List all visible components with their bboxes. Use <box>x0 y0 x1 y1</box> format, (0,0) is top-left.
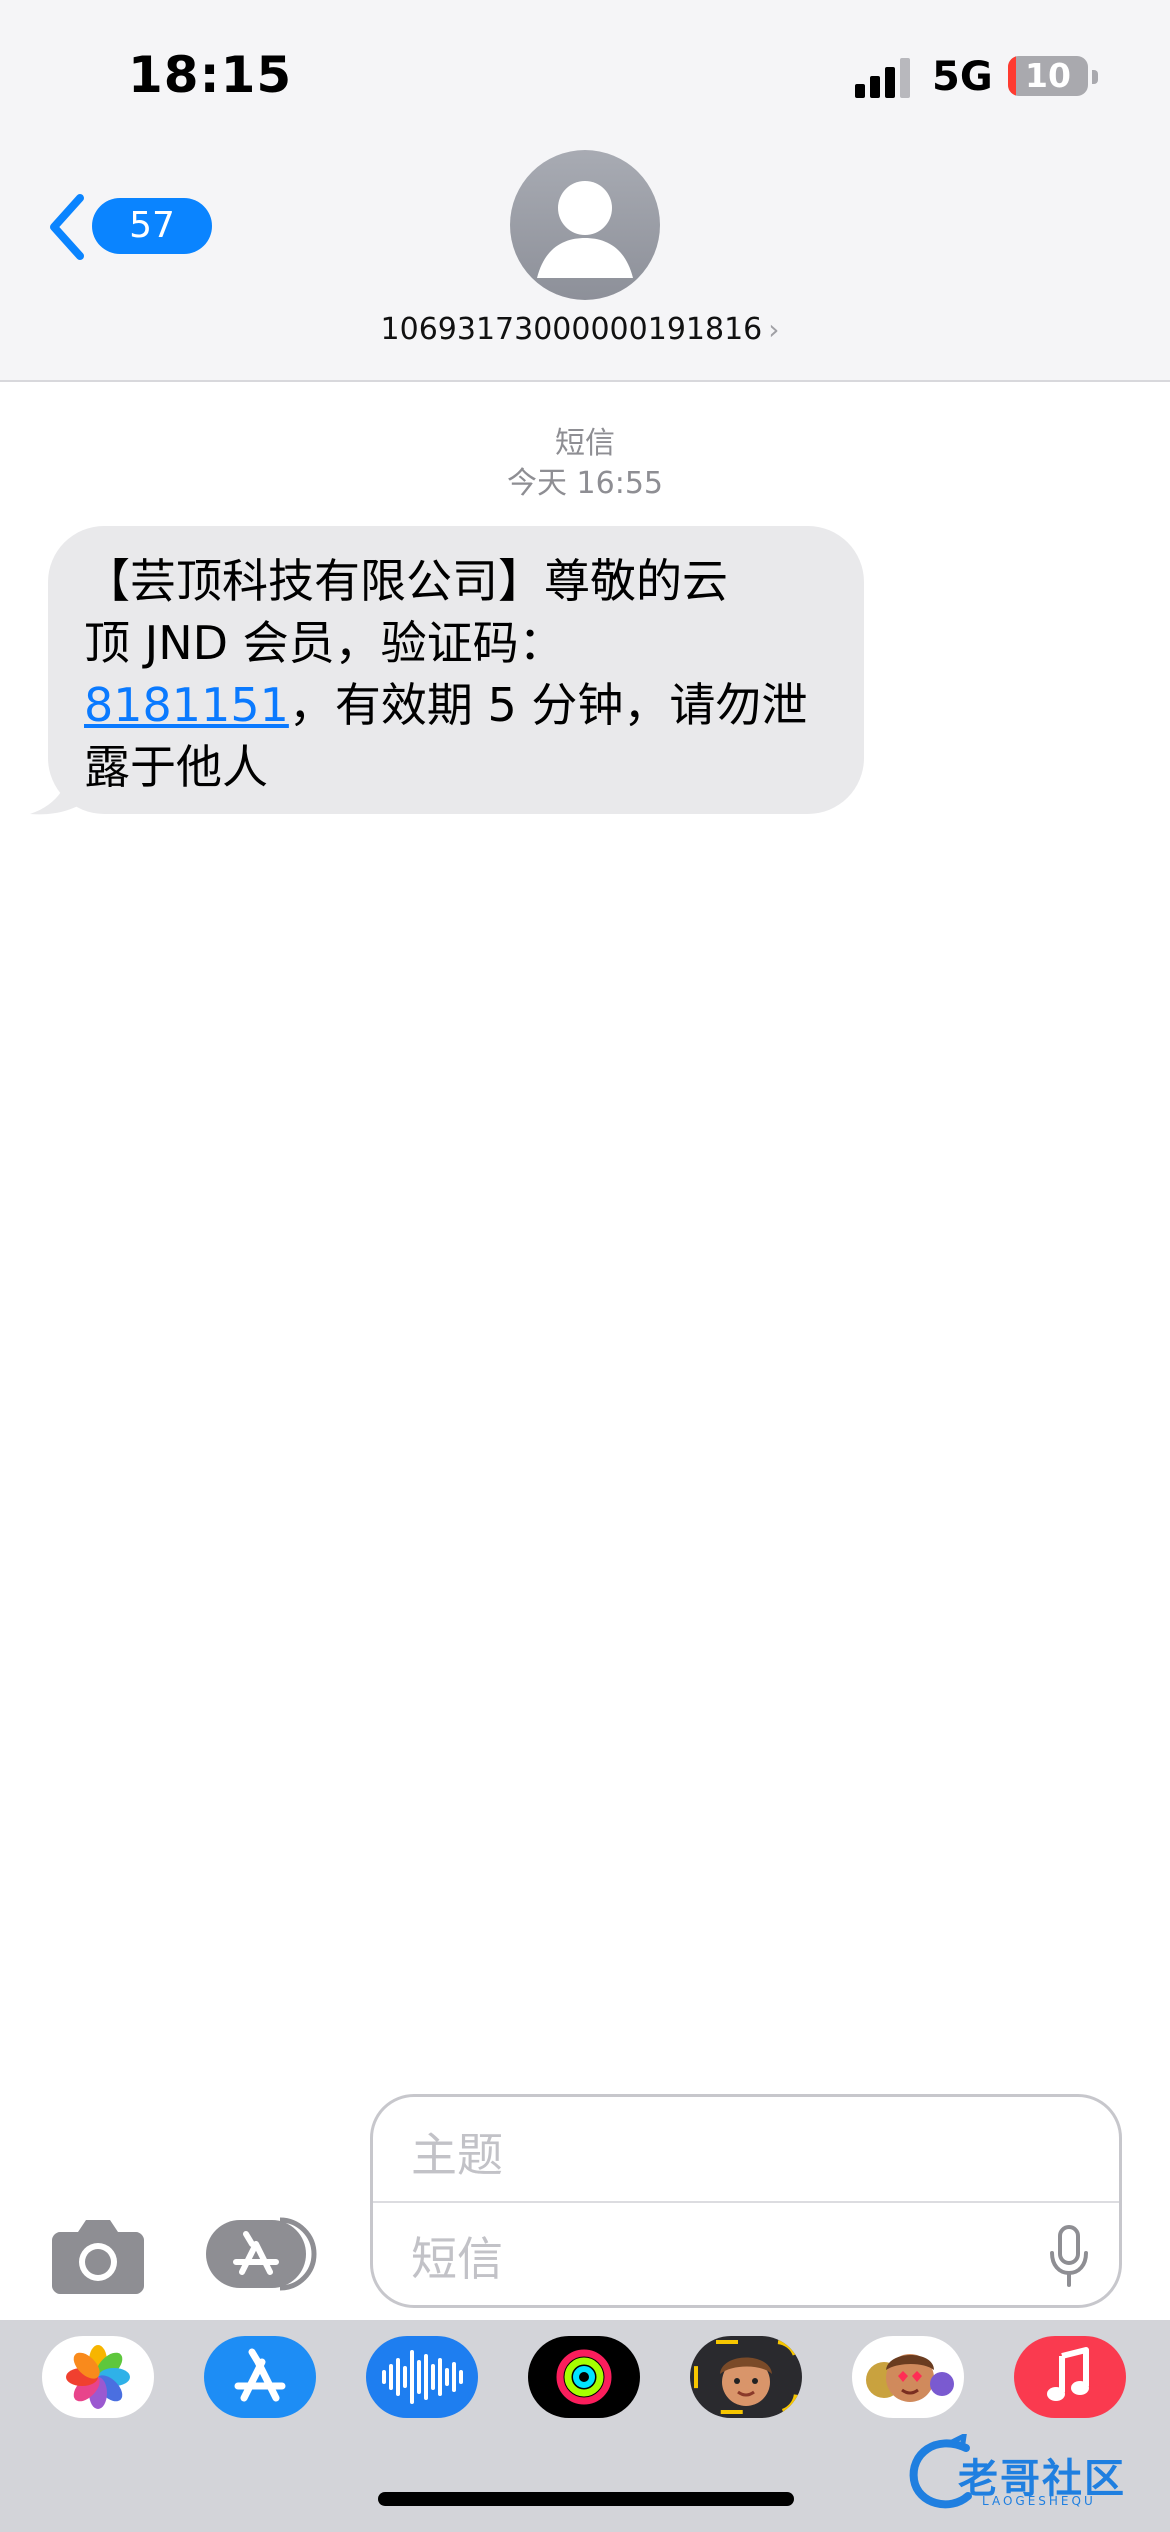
home-indicator[interactable] <box>378 2492 794 2506</box>
message-line: 【芸顶科技有限公司】尊敬的云 <box>84 554 728 608</box>
memoji-stickers-icon[interactable] <box>852 2336 964 2418</box>
compose-box[interactable]: 主题 短信 <box>370 2094 1122 2308</box>
app-store-icon[interactable] <box>204 2336 316 2418</box>
microphone-icon[interactable] <box>1049 2225 1089 2287</box>
subject-input[interactable]: 主题 <box>411 2119 503 2185</box>
message-type-label: 短信 <box>555 426 615 461</box>
unread-count-badge: 57 <box>92 198 212 254</box>
message-line: 露于他人 <box>84 740 268 794</box>
message-timestamp: 今天 16:55 <box>507 466 663 501</box>
contact-number: 10693173000000191816 <box>380 312 763 347</box>
verification-code-link[interactable]: 8181151 <box>84 678 289 732</box>
back-button[interactable]: 57 <box>46 190 212 264</box>
photos-icon[interactable] <box>42 2336 154 2418</box>
camera-icon[interactable] <box>52 2218 144 2294</box>
battery-level: 10 <box>1025 56 1071 95</box>
message-line: 顶 JND 会员，验证码： <box>84 616 565 670</box>
app-store-button-icon[interactable] <box>206 2216 320 2292</box>
status-time: 18:15 <box>128 46 293 104</box>
contact-name-button[interactable]: 10693173000000191816 › <box>360 312 800 347</box>
battery-icon: 10 <box>1008 56 1088 96</box>
watermark-subtext: LAOGESHEQU <box>982 2494 1096 2508</box>
music-icon[interactable] <box>1014 2336 1126 2418</box>
message-text: ，有效期 5 分钟，请勿泄 <box>288 678 808 732</box>
battery-cap <box>1092 70 1098 84</box>
message-input[interactable]: 短信 <box>411 2223 503 2289</box>
activity-icon[interactable] <box>528 2336 640 2418</box>
person-icon <box>537 181 633 278</box>
compose-divider <box>373 2201 1119 2203</box>
memoji-icon[interactable] <box>690 2336 802 2418</box>
chevron-left-icon <box>50 194 84 260</box>
cellular-signal-icon <box>855 58 910 98</box>
network-type: 5G <box>932 54 993 100</box>
chevron-right-icon: › <box>768 313 780 346</box>
received-message-bubble[interactable]: 【芸顶科技有限公司】尊敬的云 顶 JND 会员，验证码： 8181151，有效期… <box>48 526 864 814</box>
message-line: 8181151，有效期 5 分钟，请勿泄 <box>84 674 828 736</box>
watermark-logo: 老哥社区 LAOGESHEQU <box>906 2430 1156 2520</box>
audio-message-icon[interactable] <box>366 2336 478 2418</box>
contact-avatar[interactable] <box>510 150 660 300</box>
